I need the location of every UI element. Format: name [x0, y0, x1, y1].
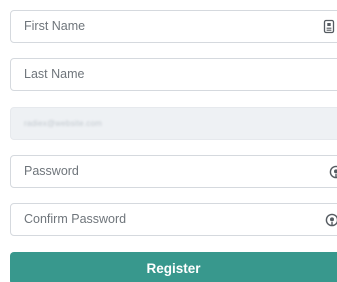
last-name-placeholder: Last Name	[24, 67, 85, 81]
email-field: radiex@website.com	[10, 107, 337, 140]
confirm-password-placeholder: Confirm Password	[24, 212, 127, 226]
email-value: radiex@website.com	[24, 119, 102, 128]
id-card-icon	[321, 19, 337, 35]
password-placeholder: Password	[24, 164, 79, 178]
last-name-field[interactable]: Last Name	[10, 58, 337, 91]
password-field[interactable]: Password	[10, 155, 337, 188]
first-name-placeholder: First Name	[24, 19, 86, 33]
eye-toggle-icon[interactable]	[328, 164, 337, 180]
first-name-field[interactable]: First Name	[10, 10, 337, 43]
register-button[interactable]: Register	[10, 252, 337, 282]
registration-form: First Name Last Name radiex@website.com …	[0, 0, 337, 282]
confirm-password-field[interactable]: Confirm Password	[10, 203, 337, 236]
eye-toggle-icon[interactable]	[324, 212, 337, 228]
